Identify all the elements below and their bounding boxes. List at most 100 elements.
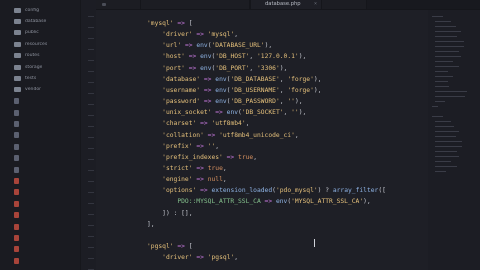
sidebar-item-storage[interactable]: storage — [0, 61, 80, 73]
sidebar-item-label: vendor — [25, 87, 42, 93]
code-line: PDO::MYSQL_ATTR_SSL_CA => env('MYSQL_ATT… — [177, 198, 371, 206]
code-line: 'prefix' => '', — [162, 142, 220, 150]
line-number — [88, 258, 94, 259]
code-editor[interactable]: 'mysql' => [ 'driver' => 'mysql', 'url' … — [96, 10, 480, 270]
sidebar-item-label: resources — [25, 41, 48, 47]
code-line: 'mysql' => [ — [147, 20, 193, 27]
line-number — [88, 16, 94, 17]
file-icon — [14, 223, 19, 230]
line-number — [88, 159, 94, 160]
tab-4[interactable] — [322, 0, 367, 9]
code-line: 'driver' => 'pgsql', — [162, 254, 239, 262]
code-line: 'database' => env('DB_DATABASE', 'forge'… — [162, 75, 322, 83]
sidebar-item-vendor[interactable]: vendor — [0, 84, 80, 96]
code-line: 'username' => env('DB_USERNAME', 'forge'… — [162, 86, 322, 94]
sidebar-item-file-15[interactable] — [0, 175, 80, 187]
code-line: 'driver' => 'mysql', — [162, 31, 239, 39]
close-icon[interactable]: × — [314, 1, 317, 7]
minimap-line — [435, 166, 458, 167]
tab-1[interactable] — [96, 0, 141, 9]
file-icon — [14, 98, 19, 105]
sidebar-item-file-16[interactable] — [0, 186, 80, 198]
minimap-line — [432, 106, 439, 107]
minimap-line — [432, 16, 444, 17]
line-number — [88, 192, 94, 193]
code-line: 'password' => env('DB_PASSWORD', ''), — [162, 98, 303, 106]
sidebar-item-routes[interactable]: routes — [0, 50, 80, 62]
folder-icon — [14, 41, 21, 47]
line-number — [88, 170, 94, 171]
sidebar-item-file-19[interactable] — [0, 221, 80, 233]
file-icon — [14, 155, 19, 162]
sidebar-item-file-10[interactable] — [0, 118, 80, 130]
folder-icon — [14, 87, 21, 93]
minimap-line — [435, 66, 459, 67]
minimap-line — [435, 171, 447, 172]
folder-icon — [14, 64, 21, 70]
line-number — [88, 82, 94, 83]
sidebar-item-file-9[interactable] — [0, 107, 80, 119]
sidebar-item-file-17[interactable] — [0, 198, 80, 210]
line-number — [88, 71, 94, 72]
line-number — [88, 148, 94, 149]
code-line: 'pgsql' => [ — [147, 243, 193, 250]
line-number — [88, 49, 94, 50]
tab-2[interactable] — [141, 0, 250, 9]
sidebar-item-file-13[interactable] — [0, 152, 80, 164]
sidebar-item-database[interactable]: database — [0, 15, 80, 27]
line-number — [88, 126, 94, 127]
code-line: 'port' => env('DB_PORT', '3306'), — [162, 64, 288, 72]
sidebar-item-file-18[interactable] — [0, 209, 80, 221]
code-line: 'unix_socket' => env('DB_SOCKET', ''), — [162, 109, 307, 117]
line-number — [88, 27, 94, 28]
sidebar-item-label: database — [25, 18, 47, 24]
minimap-line — [435, 26, 456, 27]
folder-icon — [14, 53, 21, 59]
line-number — [88, 214, 94, 215]
sidebar-item-file-12[interactable] — [0, 141, 80, 153]
file-icon — [102, 3, 106, 6]
minimap-line — [435, 46, 464, 47]
line-number-gutter — [81, 0, 96, 270]
code-line: 'collation' => 'utf8mb4_unicode_ci', — [162, 131, 299, 139]
file-icon — [14, 246, 19, 253]
minimap-line — [435, 131, 459, 132]
sidebar-item-file-8[interactable] — [0, 95, 80, 107]
minimap-line — [435, 146, 463, 147]
file-icon — [14, 200, 19, 207]
minimap-line — [435, 101, 445, 102]
sidebar-item-file-21[interactable] — [0, 243, 80, 255]
minimap-line — [435, 86, 450, 87]
line-number — [88, 236, 94, 237]
minimap-line — [435, 61, 453, 62]
line-number — [88, 203, 94, 204]
tab-database-php[interactable]: database.php × — [250, 0, 322, 9]
sidebar-item-file-14[interactable] — [0, 164, 80, 176]
folder-icon — [14, 75, 21, 81]
sidebar-item-tests[interactable]: tests — [0, 72, 80, 84]
sidebar-item-file-11[interactable] — [0, 129, 80, 141]
line-number — [88, 247, 94, 248]
sidebar-item-label: public — [25, 30, 39, 36]
minimap-line — [435, 21, 451, 22]
sidebar-item-config[interactable]: config — [0, 4, 80, 16]
sidebar-item-public[interactable]: public — [0, 27, 80, 39]
file-icon — [14, 189, 19, 196]
sidebar-item-file-22[interactable] — [0, 255, 80, 267]
minimap-line — [435, 136, 456, 137]
minimap[interactable] — [428, 10, 480, 270]
minimap-line — [435, 141, 463, 142]
line-number — [88, 225, 94, 226]
code-line: ]) : [], — [147, 209, 193, 217]
sidebar-item-label: tests — [25, 75, 37, 81]
code-line: 'charset' => 'utf8mb4', — [162, 120, 250, 128]
minimap-line — [435, 91, 467, 92]
file-explorer-sidebar: config database public resources routes stora… — [0, 0, 81, 270]
minimap-line — [435, 161, 451, 162]
minimap-line — [435, 151, 458, 152]
sidebar-item-resources[interactable]: resources — [0, 38, 80, 50]
sidebar-item-file-20[interactable] — [0, 232, 80, 244]
file-icon — [14, 121, 19, 127]
sidebar-item-label: config — [25, 7, 40, 13]
sidebar-item-label: storage — [25, 64, 43, 70]
